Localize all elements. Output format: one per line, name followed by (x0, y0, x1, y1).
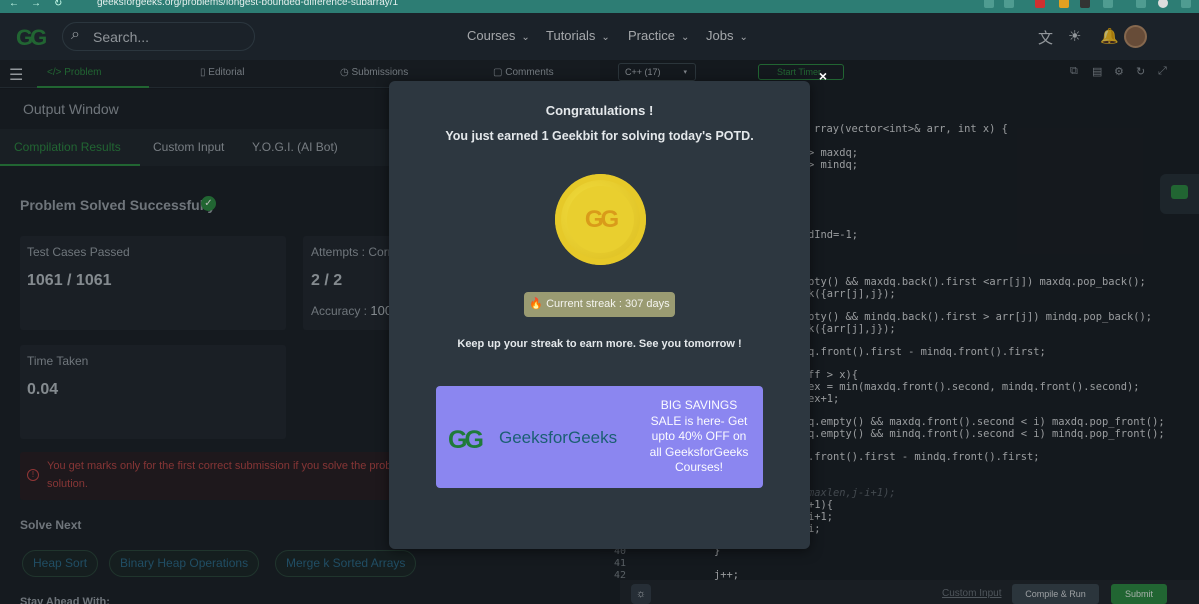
extension-icon[interactable] (1035, 0, 1045, 8)
close-icon[interactable]: × (813, 67, 833, 85)
banner-text: BIG SAVINGS SALE is here- Get upto 40% O… (649, 398, 749, 474)
geekbit-coin-icon: GG (555, 174, 646, 265)
extension-icon[interactable] (1059, 0, 1069, 8)
puzzle-icon[interactable] (1103, 0, 1113, 8)
modal-earned-text: You just earned 1 Geekbit for solving to… (445, 129, 754, 143)
banner-logo-icon: GG (448, 426, 484, 454)
coin-logo: GG (567, 186, 634, 253)
streak-badge: 🔥 Current streak : 307 days (524, 292, 675, 317)
reload-icon[interactable]: ↻ (54, 0, 62, 9)
modal-title: Congratulations ! (545, 103, 654, 118)
tab-search-icon[interactable] (1136, 0, 1146, 8)
address-bar[interactable]: geeksforgeeks.org/problems/longest-bound… (97, 0, 398, 8)
star-icon[interactable] (1004, 0, 1014, 8)
back-icon[interactable]: ← (9, 0, 19, 9)
browser-toolbar: ← → ↻ geeksforgeeks.org/problems/longest… (0, 0, 1199, 13)
profile-icon[interactable] (1158, 0, 1168, 8)
more-icon[interactable] (1181, 0, 1191, 8)
modal-keepup-text: Keep up your streak to earn more. See yo… (457, 338, 742, 350)
banner-brand: GeeksforGeeks (499, 428, 618, 447)
zoom-icon[interactable] (984, 0, 994, 8)
forward-icon[interactable]: → (31, 0, 41, 9)
extension-icon[interactable] (1080, 0, 1090, 8)
